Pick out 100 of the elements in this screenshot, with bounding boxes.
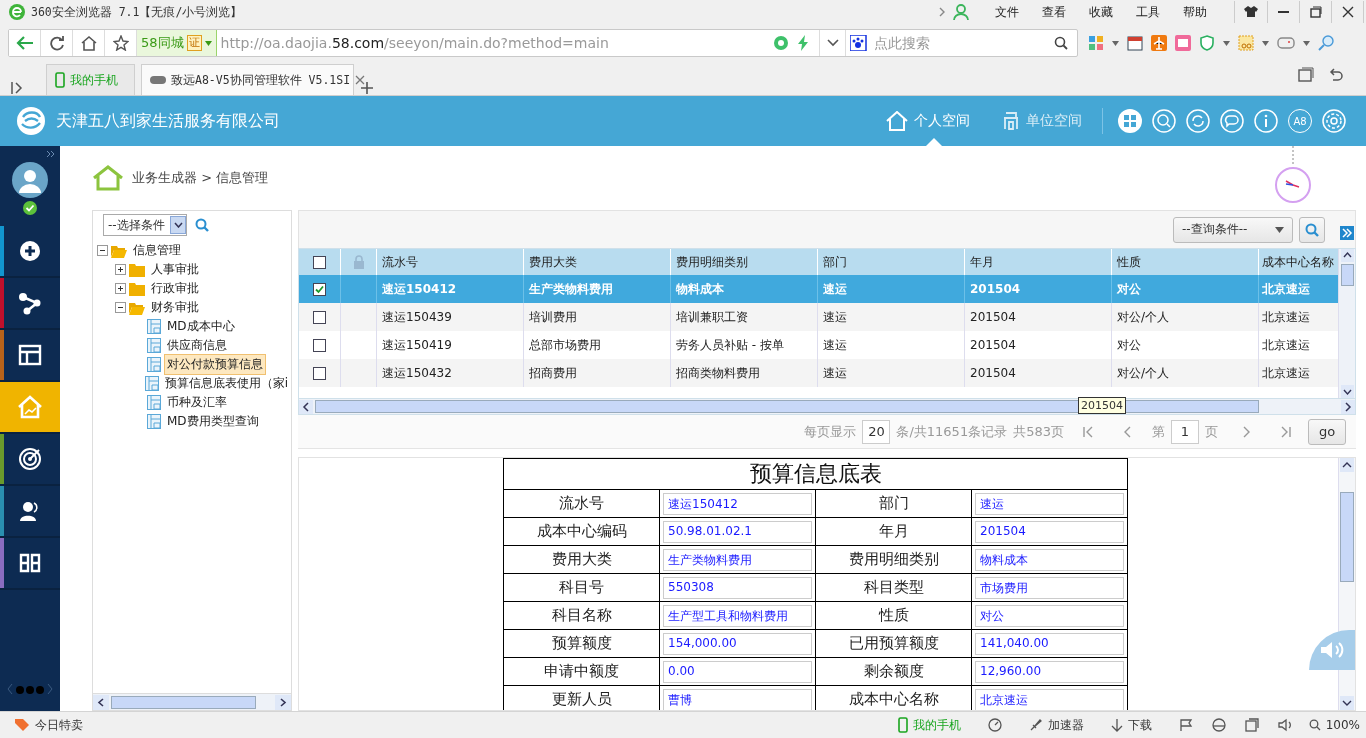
tree-item[interactable]: 行政审批 [148, 278, 202, 299]
pager-dots-icon[interactable] [7, 683, 53, 695]
apps-icon[interactable] [1088, 35, 1104, 51]
sale-tag-icon[interactable] [14, 718, 30, 732]
accelerator-button[interactable]: 加速器 [1028, 716, 1084, 734]
settings-icon[interactable] [1322, 109, 1346, 133]
nav-item[interactable] [0, 330, 60, 382]
shield-icon[interactable] [1199, 35, 1215, 51]
menu-item[interactable]: 查看 [1033, 3, 1075, 21]
flag-icon[interactable] [1178, 718, 1193, 732]
tree-item[interactable]: MD费用类型查询 [164, 411, 262, 432]
tree-item[interactable]: 供应商信息 [164, 335, 230, 356]
nav-item[interactable] [0, 226, 60, 278]
last-page-icon[interactable] [1280, 425, 1292, 438]
minimize-button[interactable] [1267, 1, 1299, 23]
scrollbar-thumb[interactable] [315, 400, 1259, 413]
checkbox[interactable] [313, 366, 326, 380]
search-field[interactable]: 点此搜索 [872, 34, 1052, 52]
magnifier-icon[interactable] [1318, 35, 1334, 51]
undo-icon[interactable] [1328, 66, 1344, 83]
close-button[interactable] [1331, 1, 1363, 23]
scrollbar-thumb[interactable] [111, 695, 256, 709]
nav-item[interactable] [0, 278, 60, 330]
tree-item[interactable]: 对公付款预算信息 [164, 354, 266, 375]
collapse-toggle-icon[interactable] [97, 245, 108, 256]
tab-close-icon[interactable] [355, 75, 366, 85]
search-icon[interactable] [1054, 36, 1068, 50]
sidebar-toggle-icon[interactable] [10, 81, 24, 95]
gamepad-icon[interactable] [1277, 36, 1295, 50]
tree-item[interactable]: 预算信息底表使用（家i [161, 373, 291, 394]
scroll-down-icon[interactable] [1340, 385, 1354, 398]
page-size-field[interactable]: 20 [862, 419, 891, 444]
menu-item[interactable]: 文件 [986, 3, 1028, 21]
scroll-left-icon[interactable] [299, 399, 313, 414]
expand-icon[interactable] [46, 150, 56, 158]
checkbox[interactable] [313, 282, 326, 296]
tree-item[interactable]: 币种及汇率 [164, 392, 230, 413]
table-row[interactable]: 速运150439 培训费用 培训兼职工资 速运 201504 对公/个人 北京速运 [299, 303, 1338, 331]
caret-icon[interactable] [1303, 40, 1310, 46]
checkbox[interactable] [313, 338, 326, 352]
refresh-icon[interactable] [1186, 109, 1210, 133]
caret-icon[interactable] [1112, 40, 1119, 46]
scrollbar-thumb[interactable] [1340, 264, 1354, 286]
collapse-toggle-icon[interactable] [115, 302, 126, 313]
download-button[interactable]: 下载 [1110, 716, 1152, 734]
address-field[interactable]: http://oa.daojia.58.com/seeyon/main.do?method=main [216, 35, 769, 51]
tabs-list-icon[interactable] [1298, 66, 1314, 83]
scrollbar-thumb[interactable] [1340, 492, 1354, 582]
first-page-icon[interactable] [1082, 425, 1094, 438]
scroll-down-icon[interactable] [1340, 696, 1354, 710]
scroll-right-icon[interactable] [1341, 399, 1355, 414]
ticket-icon[interactable] [1175, 35, 1191, 51]
query-select[interactable]: --查询条件-- [1173, 216, 1293, 243]
column-header[interactable]: 成本中心名称 [1259, 249, 1338, 275]
maximize-button[interactable] [1299, 1, 1331, 23]
search-button[interactable] [1299, 216, 1325, 243]
page-number-field[interactable]: 1 [1171, 419, 1199, 444]
nav-item[interactable] [0, 382, 60, 434]
scroll-up-icon[interactable] [1340, 249, 1354, 262]
chat-icon[interactable] [1220, 109, 1244, 133]
caret-icon[interactable] [1223, 40, 1230, 46]
info-icon[interactable] [1254, 109, 1278, 133]
zoom-control[interactable]: 100% [1308, 718, 1360, 732]
site-badge[interactable]: 58同城 证 [137, 30, 217, 56]
chevron-right-icon[interactable] [937, 5, 947, 19]
expand-toggle-icon[interactable] [115, 283, 126, 294]
table-row[interactable]: 速运150432 招商费用 招商类物料费用 速运 201504 对公/个人 北京速运 [299, 359, 1338, 387]
scroll-left-icon[interactable] [93, 694, 109, 710]
daily-deals-link[interactable]: 今日特卖 [35, 716, 83, 734]
menu-item[interactable]: 帮助 [1174, 3, 1216, 21]
speedometer-icon[interactable] [987, 718, 1002, 732]
menu-item[interactable]: 工具 [1127, 3, 1169, 21]
scroll-up-icon[interactable] [1340, 458, 1354, 472]
grid-icon[interactable] [1118, 109, 1142, 133]
checkbox[interactable] [313, 255, 326, 269]
go-button[interactable]: go [1308, 418, 1346, 445]
tree-item[interactable]: 人事审批 [148, 259, 202, 280]
phone-icon [55, 72, 65, 88]
back-button[interactable] [9, 30, 41, 56]
tree-item[interactable]: MD成本中心 [164, 316, 238, 337]
airplane-icon[interactable] [1151, 35, 1167, 51]
nav-item[interactable] [0, 538, 60, 590]
back-arrow-icon [15, 35, 34, 51]
window-icon[interactable] [1244, 718, 1259, 732]
volume-icon[interactable] [1277, 718, 1294, 732]
checkbox[interactable] [313, 310, 326, 324]
tree-item[interactable]: 财务审批 [148, 297, 202, 318]
nav-item[interactable] [0, 486, 60, 538]
menu-item[interactable]: 收藏 [1080, 3, 1122, 21]
scroll-right-icon[interactable] [275, 694, 291, 710]
expand-toggle-icon[interactable] [115, 264, 126, 275]
calendar-icon[interactable] [1127, 35, 1143, 51]
nav-item[interactable] [0, 434, 60, 486]
avatar-icon[interactable] [12, 162, 48, 198]
tree-item[interactable]: 信息管理 [130, 240, 184, 261]
new-tab-icon[interactable] [360, 81, 374, 95]
caret-icon[interactable] [1262, 40, 1269, 46]
condition-select[interactable]: --选择条件 [103, 214, 187, 236]
browser-icon[interactable] [1211, 718, 1226, 732]
expand-panel-icon[interactable] [1340, 226, 1354, 240]
